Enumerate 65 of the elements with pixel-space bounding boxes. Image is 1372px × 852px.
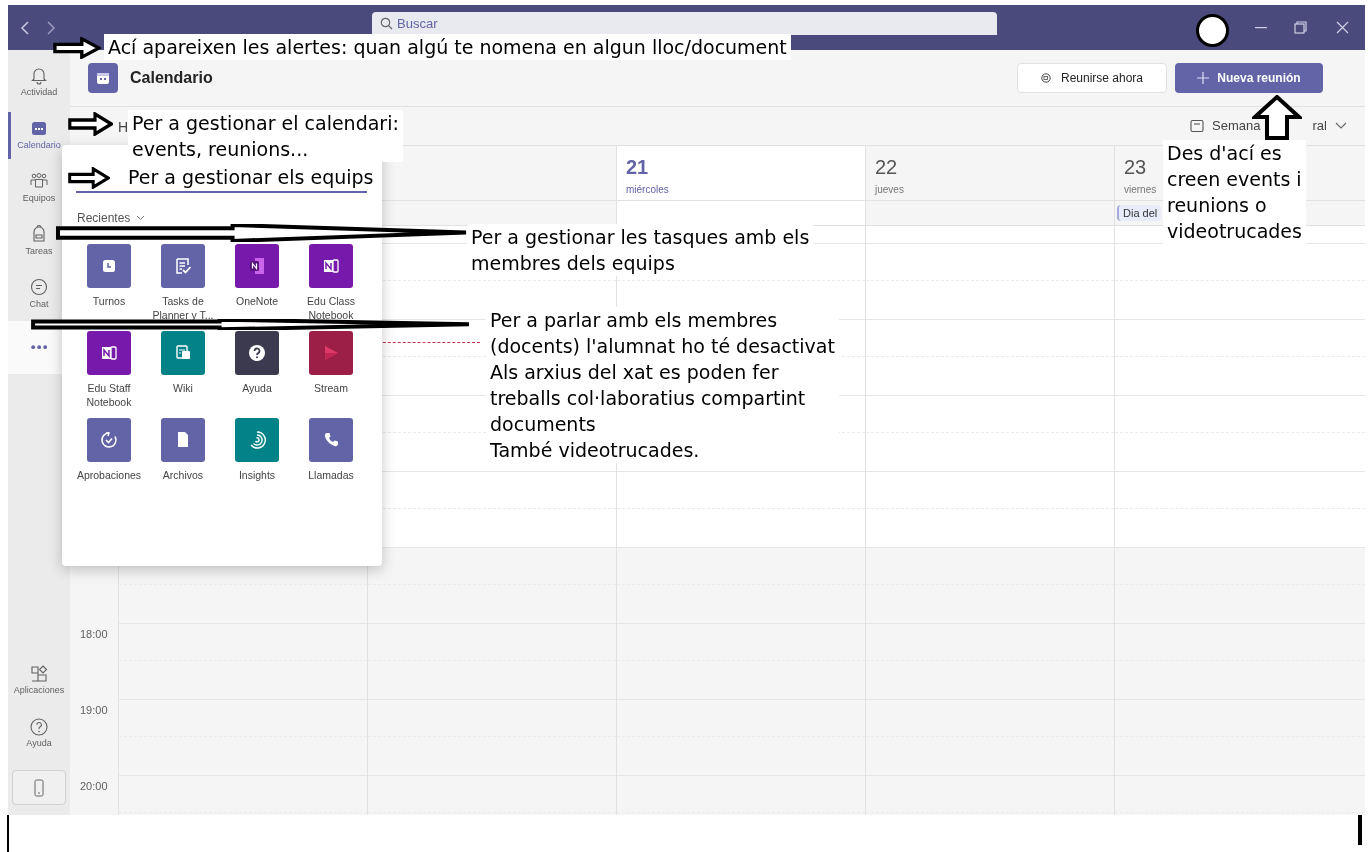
weekday-label: jueves	[875, 183, 904, 197]
annotation-text: Als arxius del xat es poden fer treballs col·laboratius compartint documents	[490, 360, 807, 437]
time-label: 20:00	[80, 779, 108, 794]
search-field[interactable]: Buscar	[372, 12, 997, 35]
annotation-text: Per a parlar amb els membres (docents) l'alumnat ho té desactivat	[490, 308, 835, 359]
app-tile[interactable]: Aprobaciones	[72, 418, 146, 482]
bell-icon	[29, 65, 49, 86]
video-camera-icon	[1040, 72, 1053, 84]
annotation-text: Ací apareixen les alertes: quan algú te nomena en algun lloc/document	[108, 35, 787, 60]
calendar-view-icon	[1190, 118, 1204, 133]
rail-item[interactable]: Equipos	[8, 162, 70, 215]
app-tile[interactable]: Ayuda	[220, 331, 294, 409]
app-tile[interactable]: Archivos	[146, 418, 220, 482]
help-icon	[29, 716, 49, 737]
more-icon	[30, 345, 48, 350]
minimize-icon[interactable]	[1255, 27, 1267, 29]
annotation-text: Per a gestionar els equips	[128, 165, 374, 190]
arrow-icon	[68, 167, 110, 189]
annotation-text: També videotrucades.	[490, 438, 701, 463]
search-icon	[380, 17, 393, 30]
section-label: Recientes	[77, 210, 131, 227]
app-tile[interactable]: Turnos	[72, 244, 146, 322]
rail-item[interactable]: Ayuda	[26, 707, 52, 760]
annotation-text: Per a gestionar el calendari: events, reunions...	[132, 111, 399, 162]
annotation-text: Per a gestionar les tasques amb els membres dels equips	[471, 225, 810, 276]
avatar-placeholder[interactable]	[1196, 14, 1229, 47]
rail-item[interactable]: Calendario	[8, 109, 70, 162]
day-number: 21	[626, 155, 649, 179]
app-tile[interactable]: Edu Class Notebook	[294, 244, 368, 322]
app-tile[interactable]: Edu Staff Notebook	[72, 331, 146, 409]
app-tile[interactable]: Insights	[220, 418, 294, 482]
rail-item[interactable]: Actividad	[8, 56, 70, 109]
rail-item[interactable]: Tareas	[8, 215, 70, 268]
day-header[interactable]: 21 miércoles	[616, 146, 865, 200]
app-tile[interactable]: Stream	[294, 331, 368, 409]
all-day-event[interactable]: Dia del	[1117, 205, 1162, 221]
day-number: 22	[875, 155, 898, 179]
view-selector[interactable]: ral	[1312, 116, 1327, 136]
calendar-app-icon	[88, 63, 118, 93]
forward-icon[interactable]	[46, 21, 56, 35]
weekday-label: miércoles	[626, 183, 669, 197]
new-meeting-button[interactable]: Nueva reunión	[1175, 63, 1323, 93]
plus-icon	[1197, 72, 1210, 84]
time-label: 19:00	[80, 703, 108, 718]
weekday-label: viernes	[1124, 183, 1157, 197]
page-title: Calendario	[130, 68, 213, 88]
meet-now-button[interactable]: Reunirse ahora	[1017, 63, 1167, 93]
day-number: 23	[1124, 155, 1147, 179]
app-tile[interactable]: OneNote	[220, 244, 294, 322]
time-label: 18:00	[80, 627, 108, 642]
chat-icon	[29, 277, 49, 298]
app-tile[interactable]: Llamadas	[294, 418, 368, 482]
view-selector[interactable]: Semana	[1212, 116, 1261, 136]
rail-item[interactable]: Chat	[8, 268, 70, 321]
chevron-down-icon[interactable]	[1334, 121, 1347, 130]
phone-icon	[34, 778, 44, 797]
apps-icon	[29, 663, 49, 684]
rail-item[interactable]: Aplicaciones	[13, 654, 65, 707]
app-tile[interactable]: Wiki	[146, 331, 220, 409]
restore-icon[interactable]	[1294, 21, 1307, 34]
today-button[interactable]: H	[118, 117, 129, 138]
back-icon[interactable]	[20, 21, 30, 35]
annotation-text: Des d'ací es creen events i reunions o videotrucades	[1167, 141, 1302, 244]
chevron-down-icon[interactable]	[136, 215, 146, 221]
close-icon[interactable]	[1336, 21, 1349, 34]
